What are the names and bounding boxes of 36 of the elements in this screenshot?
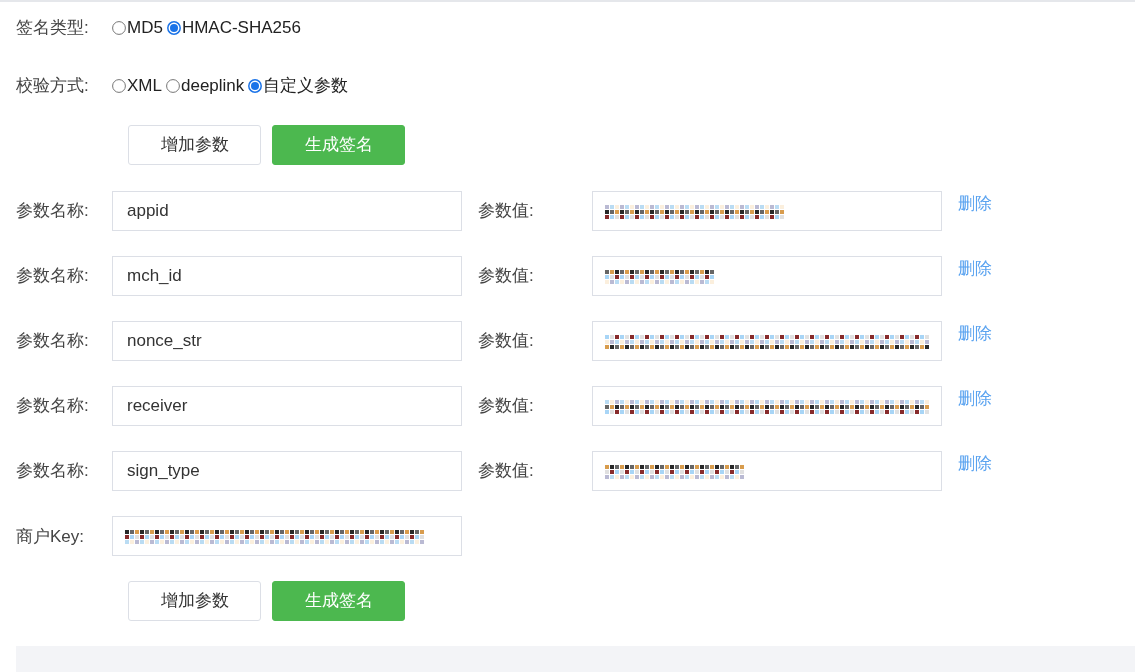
parameter-value-field[interactable] (592, 191, 942, 231)
radio-button[interactable] (165, 79, 180, 93)
field-label: 参数值: (477, 330, 535, 353)
add-parameter-button[interactable]: 增加参数 (128, 125, 261, 165)
field-label: 参数值: (477, 265, 535, 288)
field-label: 参数名称: (15, 330, 90, 353)
radio-option[interactable]: deeplink (165, 73, 245, 99)
parameter-name-field[interactable]: mch_id (112, 256, 462, 296)
field-label: 参数名称: (15, 460, 90, 483)
merchant-key-field[interactable] (112, 516, 462, 556)
parameter-value-field[interactable] (592, 321, 942, 361)
field-label: 商户Key: (15, 526, 86, 548)
radio-option[interactable]: 自定义参数 (248, 73, 349, 99)
parameter-value-field[interactable] (592, 256, 942, 296)
radio-option[interactable]: XML (112, 73, 162, 99)
radio-button[interactable] (112, 21, 126, 35)
radio-option[interactable]: HMAC-SHA256 (166, 15, 301, 41)
parameter-name-field[interactable]: nonce_str (112, 321, 462, 361)
parameter-name-field[interactable]: sign_type (112, 451, 462, 491)
field-label: 参数值: (477, 395, 535, 418)
radio-button[interactable] (112, 79, 126, 93)
radio-option[interactable]: MD5 (112, 15, 163, 41)
field-label: 参数值: (477, 460, 535, 483)
radio-button[interactable] (166, 21, 181, 35)
field-label: 签名类型: (15, 17, 90, 40)
field-label: 参数名称: (15, 395, 90, 418)
parameter-value-field[interactable] (592, 386, 942, 426)
field-label: 参数名称: (15, 265, 90, 288)
parameter-name-field[interactable]: appid (112, 191, 462, 231)
radio-button[interactable] (248, 79, 263, 93)
field-label: 参数值: (477, 200, 535, 223)
add-parameter-button[interactable]: 增加参数 (128, 581, 261, 621)
parameter-name-field[interactable]: receiver (112, 386, 462, 426)
field-label: 参数名称: (15, 200, 90, 223)
parameter-value-field[interactable] (592, 451, 942, 491)
field-label: 校验方式: (15, 75, 90, 98)
